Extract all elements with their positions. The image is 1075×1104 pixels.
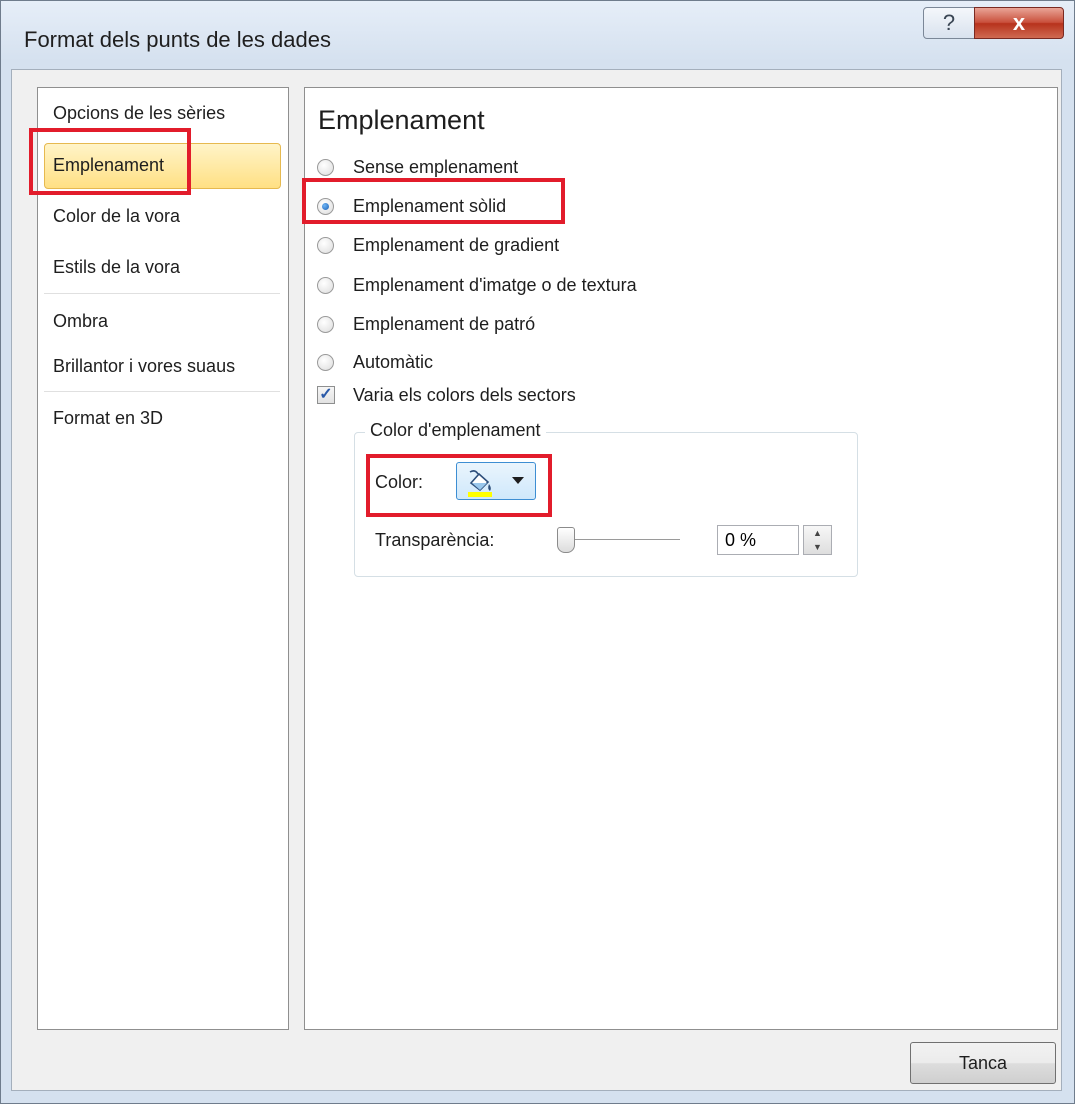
spin-down-icon[interactable]: ▼ [804, 540, 831, 554]
window-close-button[interactable]: x [974, 7, 1064, 39]
transparency-slider-track[interactable] [568, 539, 680, 540]
close-icon: x [1012, 10, 1026, 35]
transparency-spinner[interactable]: ▲ ▼ [803, 525, 832, 555]
highlight-box-solid-fill [302, 178, 565, 224]
help-button[interactable]: ? [923, 7, 975, 39]
spin-up-icon[interactable]: ▲ [804, 526, 831, 540]
transparency-slider-thumb[interactable] [557, 527, 575, 553]
radio-button[interactable] [317, 354, 334, 371]
vary-colors-checkbox[interactable]: ✓ [317, 386, 335, 404]
radio-button[interactable] [317, 159, 334, 176]
category-glow-soft-edges[interactable]: Brillantor i vores suaus [53, 356, 235, 377]
category-border-styles[interactable]: Estils de la vora [53, 257, 180, 278]
group-title: Color d'emplenament [365, 420, 546, 441]
help-icon: ? [942, 10, 956, 35]
category-separator [44, 293, 280, 294]
close-dialog-button[interactable]: Tanca [910, 1042, 1056, 1084]
category-3d-format[interactable]: Format en 3D [53, 408, 163, 429]
radio-label: Emplenament de gradient [353, 235, 560, 255]
category-series-options[interactable]: Opcions de les sèries [53, 103, 225, 124]
category-separator [44, 391, 280, 392]
radio-label: Automàtic [353, 352, 434, 372]
transparency-label: Transparència: [375, 530, 495, 550]
checkbox-label: Varia els colors dels sectors [353, 385, 576, 405]
radio-label: Emplenament de patró [353, 314, 536, 334]
dialog-title: Format dels punts de les dades [24, 27, 331, 52]
category-shadow[interactable]: Ombra [53, 311, 108, 332]
radio-label: Emplenament d'imatge o de textura [353, 275, 637, 295]
section-heading: Emplenament [318, 105, 485, 135]
radio-button[interactable] [317, 316, 334, 333]
transparency-input[interactable] [717, 525, 799, 555]
highlight-box-color [366, 454, 552, 517]
category-border-color[interactable]: Color de la vora [53, 206, 180, 227]
category-list: Opcions de les sèries Emplenament Color … [37, 87, 289, 1030]
radio-button[interactable] [317, 277, 334, 294]
radio-button[interactable] [317, 237, 334, 254]
radio-label: Sense emplenament [353, 157, 519, 177]
highlight-box-category [29, 128, 191, 195]
